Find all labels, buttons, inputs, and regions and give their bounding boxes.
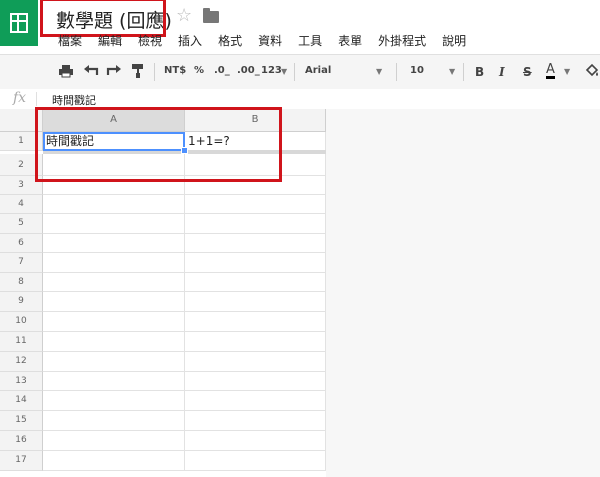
cell-b14[interactable]	[185, 391, 326, 411]
header-row-highlight-box	[35, 107, 282, 182]
cell-a17[interactable]	[43, 451, 185, 471]
cell-a9[interactable]	[43, 292, 185, 312]
cell-a16[interactable]	[43, 431, 185, 451]
undo-icon[interactable]	[83, 65, 99, 77]
cell-a15[interactable]	[43, 411, 185, 431]
row-header-15[interactable]: 15	[0, 411, 43, 431]
menu-form[interactable]: 表單	[338, 32, 362, 50]
menu-tools[interactable]: 工具	[298, 32, 322, 50]
redo-icon[interactable]	[106, 65, 122, 77]
row-header-16[interactable]: 16	[0, 431, 43, 451]
chevron-down-icon[interactable]: ▼	[449, 67, 455, 76]
sheets-logo-icon[interactable]	[0, 0, 38, 46]
toolbar: NT$ % .0_ .00_ 123 ▼ Arial ▼ 10 ▼ B I S …	[0, 54, 600, 90]
cell-a4[interactable]	[43, 195, 185, 214]
folder-icon[interactable]	[203, 8, 219, 23]
chevron-down-icon[interactable]: ▼	[281, 67, 287, 76]
cell-a14[interactable]	[43, 391, 185, 411]
cell-a13[interactable]	[43, 372, 185, 391]
cell-a6[interactable]	[43, 234, 185, 253]
formula-input[interactable]: 時間戳記	[52, 92, 96, 108]
cell-b10[interactable]	[185, 312, 326, 332]
cell-b6[interactable]	[185, 234, 326, 253]
cell-a8[interactable]	[43, 273, 185, 292]
grid-icon	[10, 13, 28, 33]
cell-b7[interactable]	[185, 253, 326, 273]
row-header-13[interactable]: 13	[0, 372, 43, 391]
row-header-6[interactable]: 6	[0, 234, 43, 253]
menu-file[interactable]: 檔案	[58, 32, 82, 50]
row-header-5[interactable]: 5	[0, 214, 43, 234]
menu-format[interactable]: 格式	[218, 32, 242, 50]
fill-color-icon[interactable]	[584, 63, 600, 79]
row-header-17[interactable]: 17	[0, 451, 43, 471]
star-icon[interactable]: ☆	[176, 5, 192, 26]
chevron-down-icon[interactable]: ▼	[564, 67, 570, 76]
menu-view[interactable]: 檢視	[138, 32, 162, 50]
cell-a5[interactable]	[43, 214, 185, 234]
row-header-7[interactable]: 7	[0, 253, 43, 273]
more-formats-button[interactable]: 123	[261, 65, 282, 76]
italic-button[interactable]: I	[499, 65, 505, 79]
toolbar-separator	[154, 63, 155, 81]
currency-format-button[interactable]: NT$	[164, 65, 186, 76]
cell-b15[interactable]	[185, 411, 326, 431]
cell-a11[interactable]	[43, 332, 185, 352]
menu-addons[interactable]: 外掛程式	[378, 32, 426, 50]
cell-a10[interactable]	[43, 312, 185, 332]
cell-b17[interactable]	[185, 451, 326, 471]
print-icon[interactable]	[58, 64, 74, 78]
increase-decimal-button[interactable]: .00_	[237, 65, 260, 76]
cell-b4[interactable]	[185, 195, 326, 214]
decrease-decimal-button[interactable]: .0_	[214, 65, 230, 76]
cell-b5[interactable]	[185, 214, 326, 234]
row-header-9[interactable]: 9	[0, 292, 43, 312]
cell-b12[interactable]	[185, 352, 326, 372]
toolbar-separator	[463, 63, 464, 81]
chevron-down-icon[interactable]: ▼	[376, 67, 382, 76]
cell-a12[interactable]	[43, 352, 185, 372]
menu-data[interactable]: 資料	[258, 32, 282, 50]
font-size-select[interactable]: 10	[410, 65, 424, 76]
cell-b8[interactable]	[185, 273, 326, 292]
menu-edit[interactable]: 編輯	[98, 32, 122, 50]
percent-format-button[interactable]: %	[194, 65, 204, 76]
fx-icon: fx	[13, 90, 27, 106]
row-header-14[interactable]: 14	[0, 391, 43, 411]
font-family-select[interactable]: Arial	[305, 65, 331, 76]
cell-a7[interactable]	[43, 253, 185, 273]
toolbar-separator	[294, 63, 295, 81]
row-header-12[interactable]: 12	[0, 352, 43, 372]
bold-button[interactable]: B	[475, 65, 484, 79]
toolbar-separator	[396, 63, 397, 81]
cell-b9[interactable]	[185, 292, 326, 312]
row-header-10[interactable]: 10	[0, 312, 43, 332]
formula-separator	[36, 92, 37, 106]
cell-b16[interactable]	[185, 431, 326, 451]
row-header-11[interactable]: 11	[0, 332, 43, 352]
paint-format-icon[interactable]	[131, 63, 145, 79]
menu-help[interactable]: 說明	[442, 32, 466, 50]
cell-b13[interactable]	[185, 372, 326, 391]
menu-bar: 檔案 編輯 檢視 插入 格式 資料 工具 表單 外掛程式 說明	[58, 32, 482, 50]
row-header-8[interactable]: 8	[0, 273, 43, 292]
menu-insert[interactable]: 插入	[178, 32, 202, 50]
strikethrough-button[interactable]: S	[523, 65, 532, 79]
cell-b11[interactable]	[185, 332, 326, 352]
row-header-4[interactable]: 4	[0, 195, 43, 214]
empty-sheet-area	[326, 109, 600, 477]
text-color-button[interactable]: A	[546, 63, 555, 79]
